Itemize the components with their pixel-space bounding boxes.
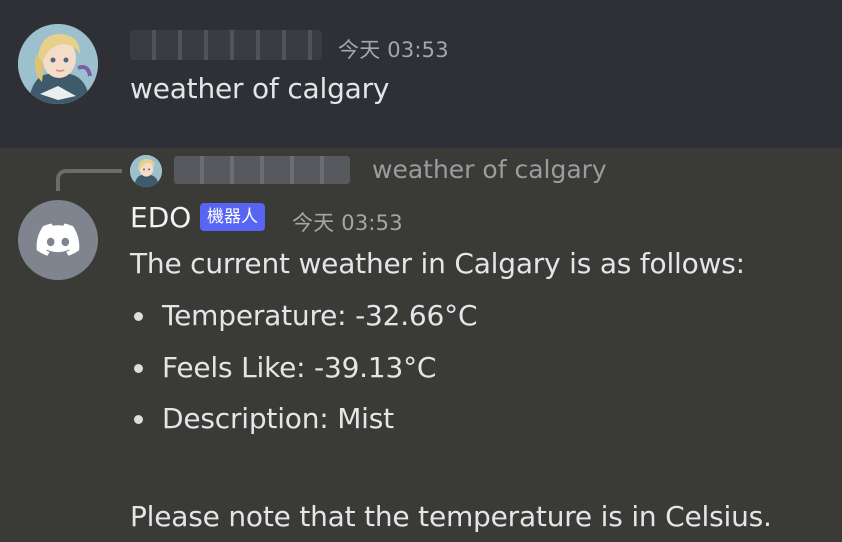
bot-avatar[interactable] <box>18 200 98 280</box>
bot-author-name[interactable]: EDO <box>130 201 191 234</box>
list-item: Description: Mist <box>162 402 394 435</box>
message-text: The current weather in Calgary is as fol… <box>130 247 745 280</box>
bot-badge: 機器人 <box>200 203 265 231</box>
message-timestamp: 今天 03:53 <box>292 211 403 235</box>
reply-author-redacted <box>174 156 350 184</box>
username-redacted[interactable] <box>130 30 322 60</box>
discord-logo-icon <box>36 223 80 256</box>
bullet-point <box>134 364 143 373</box>
user-avatar[interactable] <box>18 24 98 104</box>
message-timestamp: 今天 03:53 <box>338 38 449 62</box>
list-item: Feels Like: -39.13°C <box>162 351 437 384</box>
user-message <box>0 0 842 148</box>
reply-preview-text[interactable]: weather of calgary <box>372 155 607 184</box>
reply-avatar[interactable] <box>130 155 162 187</box>
reply-connector-line <box>56 169 122 191</box>
bullet-point <box>134 415 143 424</box>
message-text: Please note that the temperature is in C… <box>130 500 772 533</box>
bot-message <box>0 148 842 542</box>
message-text: weather of calgary <box>130 72 390 105</box>
anime-avatar-icon <box>18 24 98 104</box>
reply-author[interactable] <box>172 156 350 184</box>
anime-avatar-icon <box>130 155 162 187</box>
list-item: Temperature: -32.66°C <box>162 299 478 332</box>
bullet-point <box>134 312 143 321</box>
